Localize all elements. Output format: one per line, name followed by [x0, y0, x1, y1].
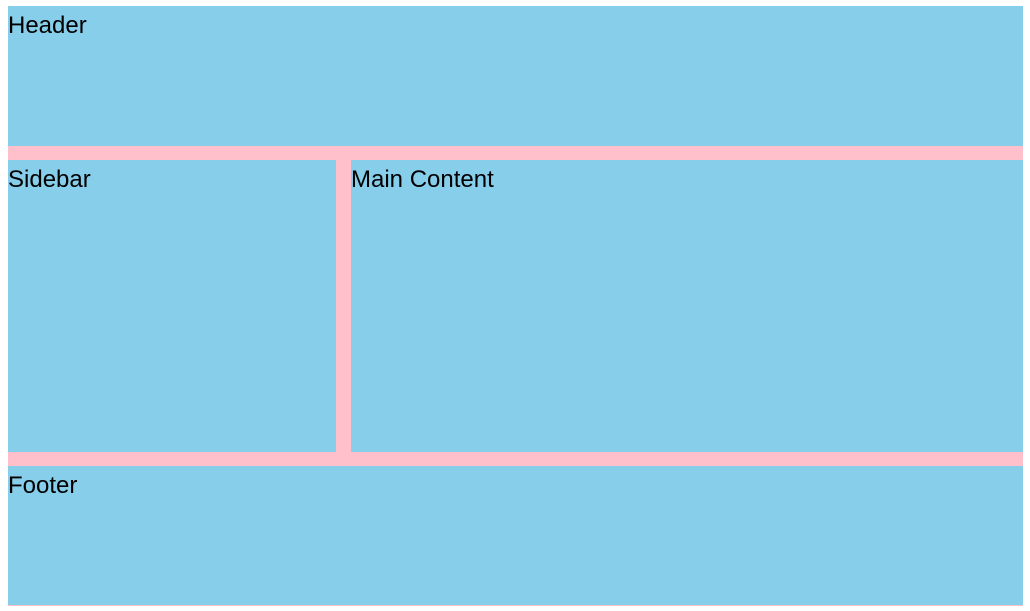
main-content-label: Main Content	[351, 166, 494, 193]
header-region: Header	[8, 6, 1023, 146]
main-content-region: Main Content	[351, 160, 1023, 452]
footer-label: Footer	[8, 472, 78, 499]
footer-region: Footer	[8, 466, 1023, 605]
sidebar-label: Sidebar	[8, 166, 91, 193]
layout-grid: Header Sidebar Main Content Footer	[8, 6, 1023, 606]
sidebar-region: Sidebar	[8, 160, 336, 452]
header-label: Header	[8, 12, 87, 39]
